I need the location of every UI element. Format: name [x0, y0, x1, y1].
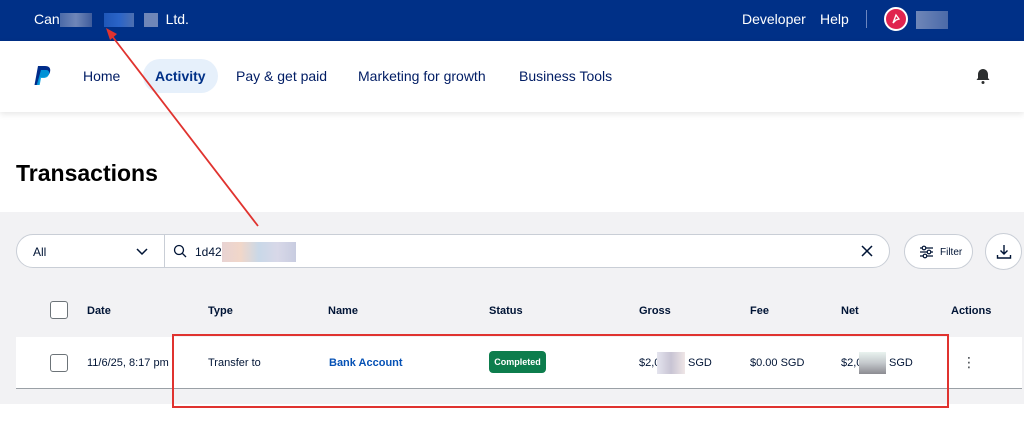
annotation-arrow: [106, 28, 259, 227]
